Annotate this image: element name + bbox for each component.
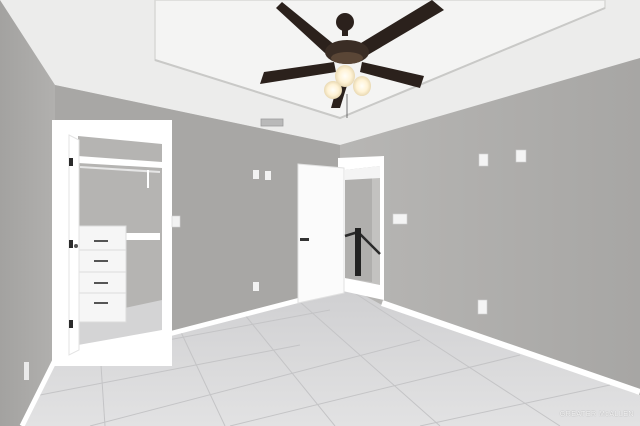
bedroom-photo: GREATER McALLEN [0,0,640,426]
fan-motor-rim [331,52,363,64]
outlet-left [24,362,29,380]
closet-door-knob [74,244,78,248]
ceiling-vent [260,118,284,127]
wall-jack-2 [265,171,271,180]
wall-jack-1 [253,170,259,179]
fan-canopy [336,13,354,31]
bedroom-door-handle [300,238,309,241]
wall-jack-3 [478,153,489,167]
bedroom-door [297,163,345,304]
outlet-right [477,299,488,315]
wall-jack-4 [515,149,527,163]
fan-light-right [353,76,371,96]
watermark-logo: GREATER McALLEN [559,411,634,418]
light-switch-right [392,213,408,225]
stair-post [355,228,361,276]
room-illustration [0,0,640,426]
outlet-back [253,282,259,291]
fan-light-left [324,81,342,99]
light-switch [171,215,181,228]
closet-lower-shelf [126,233,160,240]
